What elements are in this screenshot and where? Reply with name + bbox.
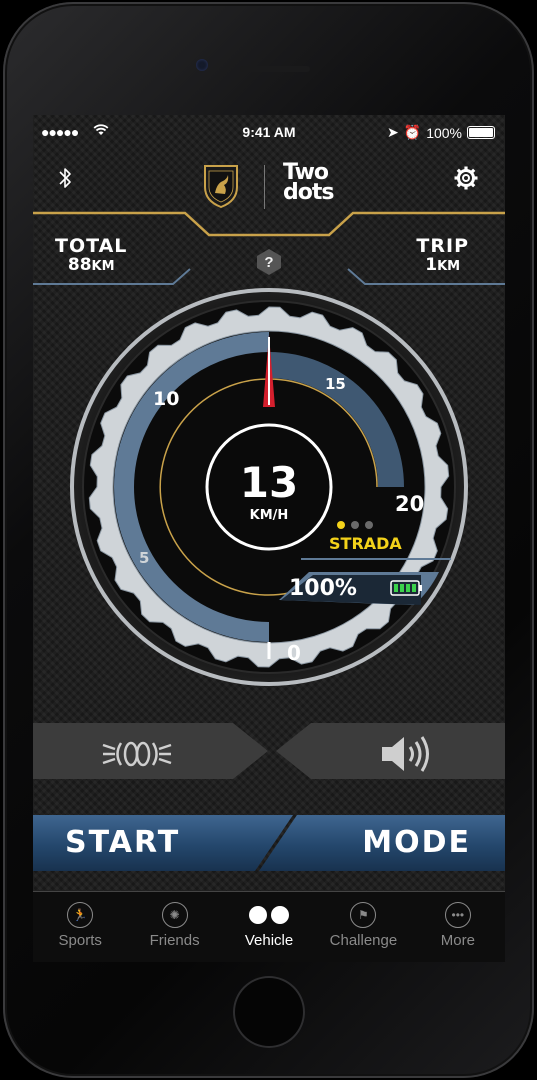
tab-vehicle[interactable]: Vehicle	[222, 892, 316, 962]
help-icon[interactable]: ?	[255, 248, 283, 276]
tab-sports-label: Sports	[58, 932, 102, 949]
gear-icon[interactable]	[453, 165, 479, 191]
help-glyph: ?	[264, 254, 273, 271]
tick-10: 10	[153, 388, 179, 410]
mode-dot	[365, 521, 373, 529]
friends-icon: ✺	[161, 902, 188, 928]
flag-icon: ⚑	[350, 902, 377, 928]
battery-level: 100%	[289, 576, 357, 601]
tab-sports[interactable]: 🏃 Sports	[33, 892, 127, 962]
tab-more[interactable]: ••• More	[411, 892, 505, 962]
location-icon: ➤	[387, 124, 399, 140]
mode-button[interactable]: MODE	[259, 815, 505, 871]
tab-friends[interactable]: ✺ Friends	[127, 892, 221, 962]
lamborghini-crest-icon	[204, 165, 238, 209]
twodots-logo: Two dots	[283, 162, 334, 205]
home-button[interactable]	[233, 976, 305, 1048]
battery-icon	[467, 126, 495, 139]
tick-5: 5	[139, 549, 149, 567]
earpiece-speaker	[240, 66, 310, 72]
tab-challenge-label: Challenge	[329, 932, 398, 949]
bluetooth-icon[interactable]	[55, 165, 75, 191]
start-button[interactable]: START	[33, 815, 293, 871]
drive-mode-label: STRADA	[329, 534, 402, 553]
header-divider	[264, 165, 265, 209]
alarm-icon: ⏰	[403, 124, 422, 140]
tab-vehicle-label: Vehicle	[244, 932, 294, 949]
status-right: ➤ ⏰ 100%	[387, 124, 495, 141]
trip-underline	[347, 268, 505, 285]
speaker-icon	[382, 736, 429, 772]
sports-icon: 🏃	[67, 902, 94, 928]
front-camera	[196, 59, 208, 71]
headlights-icon	[102, 741, 172, 767]
app-screen: ●●●●● 9:41 AM ➤ ⏰ 100% Two dots TOTAL 88…	[33, 115, 505, 892]
mode-dot-active	[337, 521, 345, 529]
status-bar: ●●●●● 9:41 AM ➤ ⏰ 100%	[33, 115, 505, 149]
tab-more-label: More	[440, 932, 475, 949]
tab-friends-label: Friends	[149, 932, 200, 949]
tab-bar: 🏃 Sports ✺ Friends Vehicle ⚑ Challenge •…	[33, 892, 505, 962]
tick-15: 15	[325, 375, 346, 393]
vehicle-icon	[247, 902, 291, 928]
speedometer: 13 KM/H 0 5 10 15 20 STRADA 100%	[70, 288, 468, 686]
more-icon: •••	[444, 902, 471, 928]
tab-challenge[interactable]: ⚑ Challenge	[316, 892, 410, 962]
speed-value: 13	[240, 458, 298, 507]
logo-line2: dots	[283, 180, 334, 205]
total-label: TOTAL	[55, 235, 128, 257]
speed-unit: KM/H	[250, 508, 289, 523]
total-underline	[33, 268, 191, 285]
tick-0: 0	[287, 641, 301, 665]
trip-label: TRIP	[416, 235, 469, 257]
battery-percent: 100%	[426, 124, 462, 141]
mode-dot	[351, 521, 359, 529]
tick-20: 20	[395, 492, 424, 516]
